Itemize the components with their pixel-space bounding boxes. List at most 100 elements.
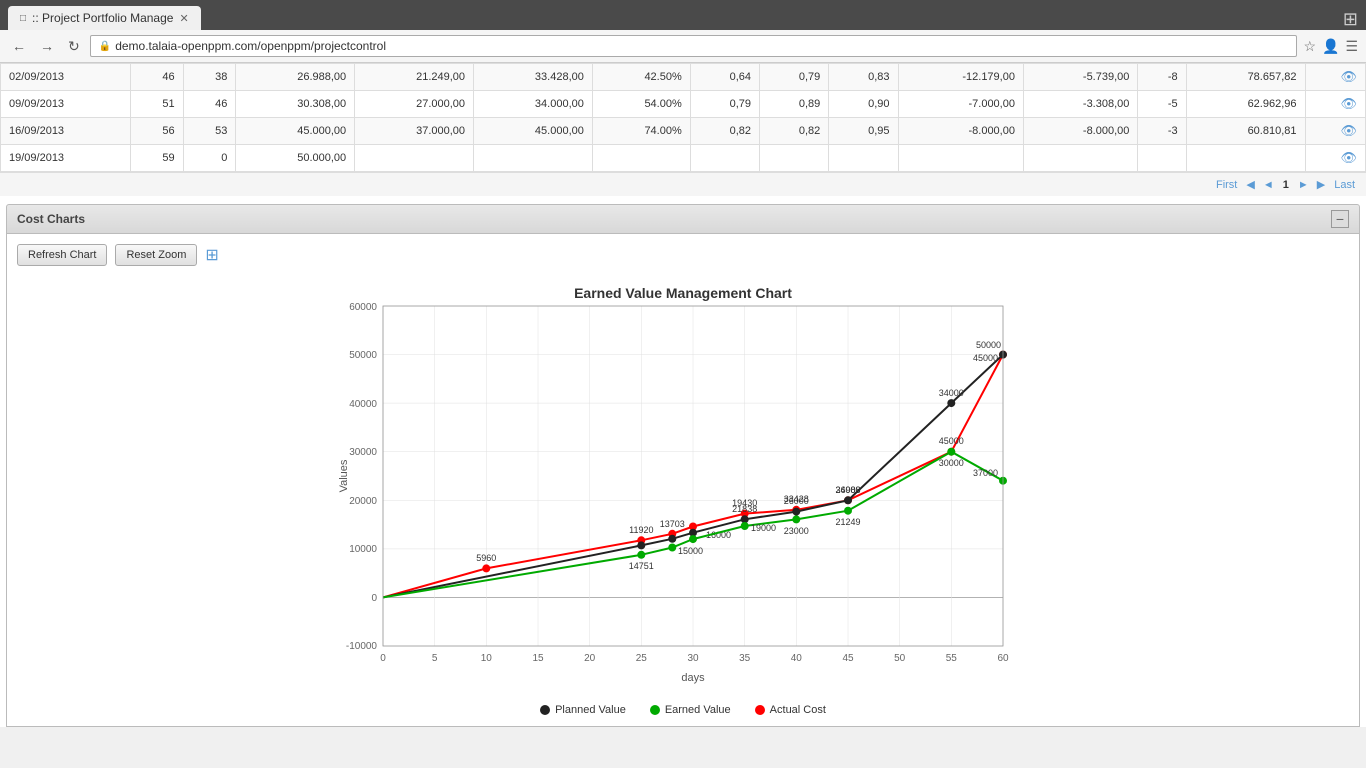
evm-chart: Earned Value Management Chart [333,276,1033,696]
svg-text:26000: 26000 [784,496,809,506]
data-cell: 59 [130,145,183,172]
svg-text:19000: 19000 [751,523,776,533]
refresh-button[interactable]: ↻ [64,36,84,57]
bookmark-button[interactable]: ☆ [1303,38,1316,55]
svg-text:10000: 10000 [349,544,377,555]
forward-button[interactable]: → [36,36,58,56]
data-cell: 54.00% [592,91,690,118]
actual-dot [755,705,765,715]
browser-chrome: □ :: Project Portfolio Manage ✕ ⊞ [0,0,1366,30]
svg-text:-10000: -10000 [346,641,378,652]
view-button[interactable]: 👁 [1340,123,1357,139]
planned-dot [540,705,550,715]
next-arrow[interactable]: ► [1296,178,1311,192]
tab-close-button[interactable]: ✕ [179,12,188,25]
data-cell: -8.000,00 [1023,118,1137,145]
data-cell [355,145,474,172]
data-cell: 0 [183,145,236,172]
refresh-chart-button[interactable]: Refresh Chart [17,244,107,266]
cost-charts-body: Refresh Chart Reset Zoom ⊞ Earned Value … [6,234,1360,727]
table-row: 19/09/201359050.000,00👁 [1,145,1366,172]
data-cell: -5 [1138,91,1186,118]
earned-dot [650,705,660,715]
address-icon: 🔒 [99,41,111,52]
new-tab-button[interactable]: ⊞ [1343,9,1358,30]
prev2-arrow[interactable]: ◀ [1244,177,1256,192]
profile-button[interactable]: 👤 [1322,38,1339,55]
ev-dot [792,515,800,523]
prev-arrow[interactable]: ◄ [1261,178,1276,192]
menu-button[interactable]: ☰ [1345,38,1358,55]
table-row: 02/09/2013463826.988,0021.249,0033.428,0… [1,64,1366,91]
data-cell: 0,83 [829,64,898,91]
data-cell: 78.657,82 [1186,64,1305,91]
data-table: 02/09/2013463826.988,0021.249,0033.428,0… [0,63,1366,172]
actual-label: Actual Cost [770,704,826,716]
data-cell: 0,79 [690,91,759,118]
ev-dot [668,544,676,552]
svg-text:50000: 50000 [349,350,377,361]
expand-icon[interactable]: ⊞ [205,245,218,265]
svg-text:0: 0 [380,653,386,664]
collapse-button[interactable]: − [1331,210,1349,228]
svg-text:days: days [681,672,705,684]
svg-text:45000: 45000 [973,353,998,363]
action-cell: 👁 [1305,145,1366,172]
view-button[interactable]: 👁 [1340,69,1357,85]
back-button[interactable]: ← [8,36,30,56]
data-cell: 26.988,00 [236,64,355,91]
table-row: 09/09/2013514630.308,0027.000,0034.000,0… [1,91,1366,118]
current-page[interactable]: 1 [1280,178,1292,192]
svg-text:30000: 30000 [349,447,377,458]
data-cell: 0,79 [760,64,829,91]
data-cell: -8 [1138,64,1186,91]
address-bar[interactable]: 🔒 demo.talaia-openppm.com/openppm/projec… [90,35,1298,57]
data-cell: 38 [183,64,236,91]
next2-arrow[interactable]: ▶ [1315,177,1327,192]
cost-charts-header: Cost Charts − [6,204,1360,234]
svg-text:15000: 15000 [678,546,703,556]
svg-text:21838: 21838 [732,504,757,514]
svg-text:13703: 13703 [660,519,685,529]
data-cell: 34.000,00 [474,91,593,118]
svg-text:Values: Values [338,459,350,492]
view-button[interactable]: 👁 [1340,96,1357,112]
browser-tab[interactable]: □ :: Project Portfolio Manage ✕ [8,6,201,30]
ev-dot [741,522,749,530]
data-cell: 27.000,00 [355,91,474,118]
data-cell: 33.428,00 [474,64,593,91]
ac-dot [482,564,490,572]
svg-text:5: 5 [432,653,438,664]
svg-text:50: 50 [894,653,906,664]
address-text: demo.talaia-openppm.com/openppm/projectc… [115,39,1288,53]
last-page-link[interactable]: Last [1331,178,1358,192]
data-cell: 45.000,00 [474,118,593,145]
svg-text:55: 55 [946,653,958,664]
svg-text:26988: 26988 [835,485,860,495]
data-cell: 0,90 [829,91,898,118]
chart-legend: Planned Value Earned Value Actual Cost [17,704,1349,716]
date-cell: 19/09/2013 [1,145,131,172]
data-cell [1186,145,1305,172]
ev-dot [844,507,852,515]
tab-title: :: Project Portfolio Manage [32,11,173,25]
data-cell: 0,82 [690,118,759,145]
data-cell: 74.00% [592,118,690,145]
data-cell: 30.308,00 [236,91,355,118]
view-button[interactable]: 👁 [1340,150,1357,166]
data-cell: -7.000,00 [898,91,1023,118]
data-cell [1023,145,1137,172]
data-cell: 60.810,81 [1186,118,1305,145]
reset-zoom-button[interactable]: Reset Zoom [115,244,197,266]
data-cell: 0,89 [760,91,829,118]
svg-text:35: 35 [739,653,751,664]
action-cell: 👁 [1305,64,1366,91]
svg-text:34000: 34000 [939,388,964,398]
planned-label: Planned Value [555,704,626,716]
legend-planned: Planned Value [540,704,626,716]
svg-text:60: 60 [997,653,1009,664]
first-page-link[interactable]: First [1213,178,1240,192]
svg-text:30: 30 [687,653,699,664]
svg-text:20000: 20000 [349,496,377,507]
svg-text:23000: 23000 [784,526,809,536]
